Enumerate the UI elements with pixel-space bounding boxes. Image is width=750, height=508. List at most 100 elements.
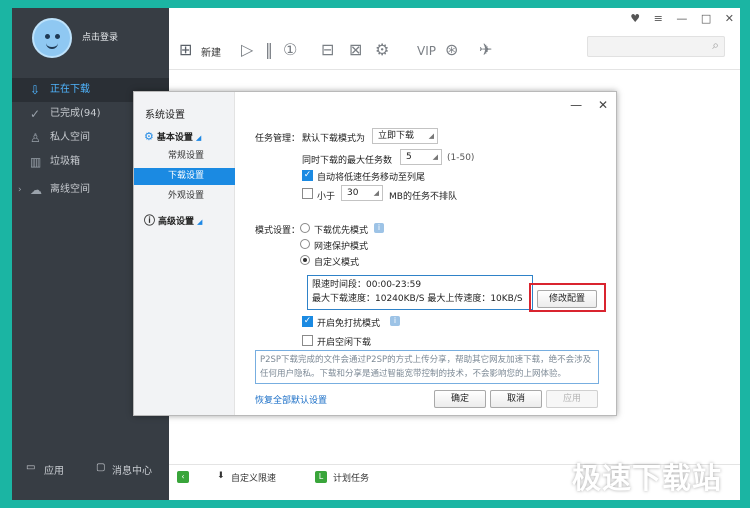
new-task-icon[interactable]: ⊞ — [179, 40, 192, 59]
avatar-eye-icon — [45, 34, 50, 39]
select-value: 立即下载 — [378, 131, 415, 141]
speed-icon[interactable]: ① — [283, 40, 297, 59]
qrcode-icon[interactable]: ⊠ — [349, 40, 362, 59]
watermark-logo: 极速下载站 — [572, 461, 723, 495]
start-icon[interactable]: ▷ — [241, 40, 253, 59]
default-mode-select[interactable]: 立即下载 ◢ — [372, 128, 438, 144]
skin-icon[interactable]: ♥ — [630, 12, 640, 25]
close-icon[interactable]: ✕ — [725, 12, 734, 25]
select-value: 30 — [347, 188, 359, 198]
less-than-suffix: MB的任务不排队 — [389, 192, 457, 202]
settings-icon[interactable]: ⚙ — [375, 40, 389, 59]
download-first-label: 下载优先模式 — [314, 226, 369, 236]
chevron-down-icon: ◢ — [432, 153, 438, 161]
new-task-button[interactable]: 新建 — [201, 44, 221, 59]
info-circle-icon: ⓘ — [144, 214, 155, 227]
modify-config-button[interactable]: 修改配置 — [537, 290, 597, 308]
plan-task-button[interactable]: 计划任务 — [333, 471, 369, 484]
task-mgmt-label: 任务管理： — [255, 134, 301, 144]
tree-group-basic[interactable]: ⚙ 基本设置 ◢ — [144, 130, 201, 143]
message-icon: ▢ — [96, 462, 106, 473]
network-protect-label: 网速保护模式 — [314, 242, 369, 252]
close-icon[interactable]: ✕ — [598, 98, 608, 112]
collapse-icon[interactable]: ‹ — [177, 471, 189, 483]
sidebar-item-label: 已完成(94) — [50, 108, 101, 119]
info-icon[interactable]: i — [374, 223, 384, 233]
minimize-icon[interactable]: — — [676, 12, 687, 25]
search-icon[interactable]: ⌕ — [712, 38, 719, 53]
delete-icon[interactable]: ⊟ — [321, 40, 334, 59]
cancel-button[interactable]: 取消 — [490, 390, 542, 408]
less-than-checkbox[interactable] — [302, 188, 313, 199]
login-link[interactable]: 点击登录 — [82, 30, 118, 43]
minimize-icon[interactable]: — — [570, 98, 582, 112]
p2sp-note: P2SP下载完成的文件会通过P2SP的方式上传分享，帮助其它网友加速下载，绝不会… — [255, 350, 599, 384]
info-icon[interactable]: i — [390, 316, 400, 326]
pause-icon[interactable]: ‖ — [265, 40, 273, 59]
dialog-controls: — ✕ — [558, 98, 608, 112]
sidebar-item-label: 垃圾箱 — [50, 156, 80, 167]
user-icon: ♙ — [30, 131, 41, 145]
cloud-icon: ☁ — [30, 183, 42, 197]
less-than-select[interactable]: 30 ◢ — [341, 185, 383, 201]
less-than-label: 小于 — [317, 192, 336, 202]
triangle-icon: ◢ — [197, 218, 203, 226]
trash-icon: ▥ — [30, 155, 42, 169]
chevron-right-icon[interactable]: › — [18, 178, 22, 202]
network-protect-radio[interactable] — [300, 239, 310, 249]
tree-group-label: 高级设置 — [158, 217, 195, 227]
bird-icon[interactable]: ✈ — [479, 40, 492, 59]
custom-speed-button[interactable]: 自定义限速 — [231, 471, 276, 484]
messages-button[interactable]: 消息中心 — [112, 462, 152, 477]
idle-download-checkbox[interactable] — [302, 335, 313, 346]
ok-button[interactable]: 确定 — [434, 390, 486, 408]
tree-item-general[interactable]: 常规设置 — [134, 148, 235, 165]
gear-icon: ⚙ — [144, 130, 154, 143]
speed-limit-box: 限速时间段：00:00-23:59 最大下载速度：10240KB/S 最大上传速… — [307, 275, 533, 310]
auto-move-label: 自动将低速任务移动至列尾 — [317, 173, 426, 183]
tree-group-label: 基本设置 — [156, 133, 193, 143]
max-tasks-label: 同时下载的最大任务数 — [302, 156, 393, 166]
sidebar-item-label: 正在下载 — [50, 84, 90, 95]
idle-download-label: 开启空闲下载 — [317, 338, 372, 348]
plan-task-icon: L — [315, 471, 327, 483]
apps-button[interactable]: 应用 — [44, 462, 64, 477]
max-tasks-select[interactable]: 5 ◢ — [400, 149, 442, 165]
check-circle-icon: ✓ — [30, 107, 41, 121]
sidebar-item-label: 离线空间 — [50, 184, 90, 195]
menu-icon[interactable]: ≡ — [654, 12, 663, 25]
no-disturb-label: 开启免打扰模式 — [317, 319, 381, 329]
triangle-icon: ◢ — [195, 134, 202, 142]
tree-item-download[interactable]: 下载设置 — [134, 168, 235, 185]
dialog-title: 系统设置 — [145, 110, 185, 121]
maximize-icon[interactable]: □ — [701, 12, 711, 25]
custom-mode-label: 自定义模式 — [314, 258, 360, 268]
settings-tree: 系统设置 ⚙ 基本设置 ◢ 常规设置 下载设置 外观设置 ⓘ 高级设置 ◢ — [134, 92, 235, 415]
avatar-eye-icon — [55, 34, 60, 39]
search-input[interactable]: ⌕ — [587, 36, 725, 57]
no-disturb-checkbox[interactable]: ✓ — [302, 316, 313, 327]
restore-defaults-link[interactable]: 恢复全部默认设置 — [255, 393, 327, 406]
sidebar-bottom: ▭ 应用 ▢ 消息中心 — [12, 454, 169, 484]
download-icon: ⇩ — [30, 83, 41, 97]
default-mode-label: 默认下载模式为 — [302, 134, 366, 144]
tree-item-appearance[interactable]: 外观设置 — [134, 188, 235, 205]
avatar[interactable] — [32, 18, 72, 58]
custom-mode-radio[interactable] — [300, 255, 310, 265]
vip-icon[interactable]: VIP — [417, 44, 436, 58]
tiger-icon[interactable]: ⊛ — [445, 40, 458, 59]
limit-period: 限速时间段：00:00-23:59 — [312, 280, 422, 290]
window-controls: ♥ ≡ — □ ✕ — [620, 12, 734, 25]
chevron-down-icon: ◢ — [428, 132, 434, 140]
settings-dialog: 系统设置 ⚙ 基本设置 ◢ 常规设置 下载设置 外观设置 ⓘ 高级设置 ◢ — ✕ 任务… — [133, 91, 617, 416]
mode-label: 模式设置： — [255, 226, 301, 236]
download-first-radio[interactable] — [300, 223, 310, 233]
speed-limit-icon: ⬇ — [217, 471, 225, 481]
auto-move-checkbox[interactable]: ✓ — [302, 170, 313, 181]
titlebar: ♥ ≡ — □ ✕ — [169, 8, 740, 32]
max-tasks-range: (1-50) — [447, 153, 475, 163]
select-value: 5 — [406, 152, 412, 162]
tree-group-advanced[interactable]: ⓘ 高级设置 ◢ — [144, 212, 202, 228]
avatar-mouth-icon — [46, 43, 58, 49]
apply-button[interactable]: 应用 — [546, 390, 598, 408]
